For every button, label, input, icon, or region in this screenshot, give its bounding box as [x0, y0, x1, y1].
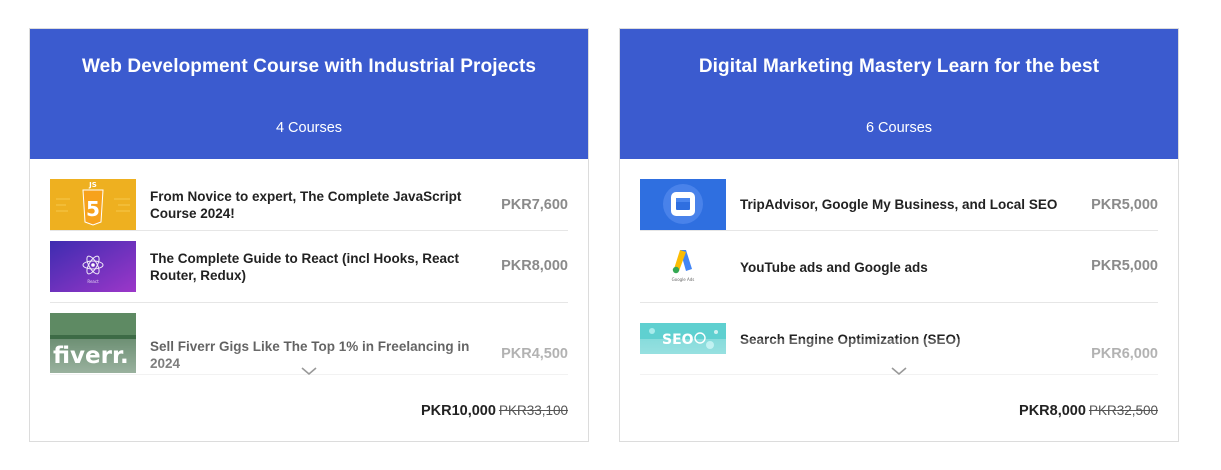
bundle-original-price: PKR32,500	[1088, 403, 1158, 418]
react-thumbnail: React	[50, 241, 136, 292]
svg-text:JS: JS	[88, 181, 97, 189]
course-price: PKR4,500	[501, 346, 568, 362]
course-name[interactable]: TripAdvisor, Google My Business, and Loc…	[740, 196, 1070, 213]
bundle-title[interactable]: Digital Marketing Mastery Learn for the …	[620, 56, 1178, 78]
course-name[interactable]: YouTube ads and Google ads	[740, 259, 1070, 276]
list-item[interactable]: React The Complete Guide to React (incl …	[50, 231, 568, 303]
course-price: PKR5,000	[1091, 197, 1158, 213]
svg-text:React: React	[87, 279, 99, 284]
fiverr-thumbnail: fiverr.	[50, 313, 136, 373]
bundle-price: PKR8,000	[1019, 403, 1086, 419]
course-list: TripAdvisor, Google My Business, and Loc…	[640, 159, 1158, 399]
course-name[interactable]: Search Engine Optimization (SEO)	[740, 331, 1070, 348]
course-count: 4 Courses	[275, 120, 343, 136]
list-item[interactable]: JS 5 From Novice to expert, The Complete…	[50, 159, 568, 231]
google-my-business-thumbnail	[640, 179, 726, 230]
course-name[interactable]: From Novice to expert, The Complete Java…	[150, 188, 480, 222]
course-name[interactable]: The Complete Guide to React (incl Hooks,…	[150, 250, 480, 284]
card-header: Web Development Course with Industrial P…	[30, 29, 588, 159]
bundle-card-web-development[interactable]: Web Development Course with Industrial P…	[29, 28, 589, 442]
google-ads-logo-text: Google Ads	[672, 277, 695, 282]
course-price: PKR7,600	[501, 197, 568, 213]
google-ads-thumbnail: Google Ads	[640, 241, 726, 292]
bundle-total: PKR10,000 PKR33,100	[421, 403, 568, 419]
chevron-down-icon[interactable]	[300, 364, 318, 378]
bundle-price: PKR10,000	[420, 403, 496, 419]
bundle-total: PKR8,000 PKR32,500	[1019, 403, 1158, 419]
bundle-card-digital-marketing[interactable]: Digital Marketing Mastery Learn for the …	[619, 28, 1179, 442]
list-item[interactable]: Google Ads YouTube ads and Google ads PK…	[640, 231, 1158, 303]
course-price: PKR5,000	[1091, 258, 1158, 274]
seo-thumbnail: SEO	[640, 323, 726, 354]
course-count: 6 Courses	[865, 120, 933, 136]
javascript-html5-thumbnail: JS 5	[50, 179, 136, 230]
course-price: PKR6,000	[1091, 346, 1158, 362]
seo-logo-text: SEO	[662, 332, 694, 348]
list-item[interactable]: TripAdvisor, Google My Business, and Loc…	[640, 159, 1158, 231]
bundle-original-price: PKR33,100	[498, 403, 568, 418]
chevron-down-icon[interactable]	[890, 364, 908, 378]
fiverr-logo-text: fiverr.	[53, 343, 129, 369]
bundle-title[interactable]: Web Development Course with Industrial P…	[30, 56, 588, 78]
course-price: PKR8,000	[501, 258, 568, 274]
svg-text:5: 5	[86, 197, 100, 221]
course-list: JS 5 From Novice to expert, The Complete…	[50, 159, 568, 399]
card-header: Digital Marketing Mastery Learn for the …	[620, 29, 1178, 159]
